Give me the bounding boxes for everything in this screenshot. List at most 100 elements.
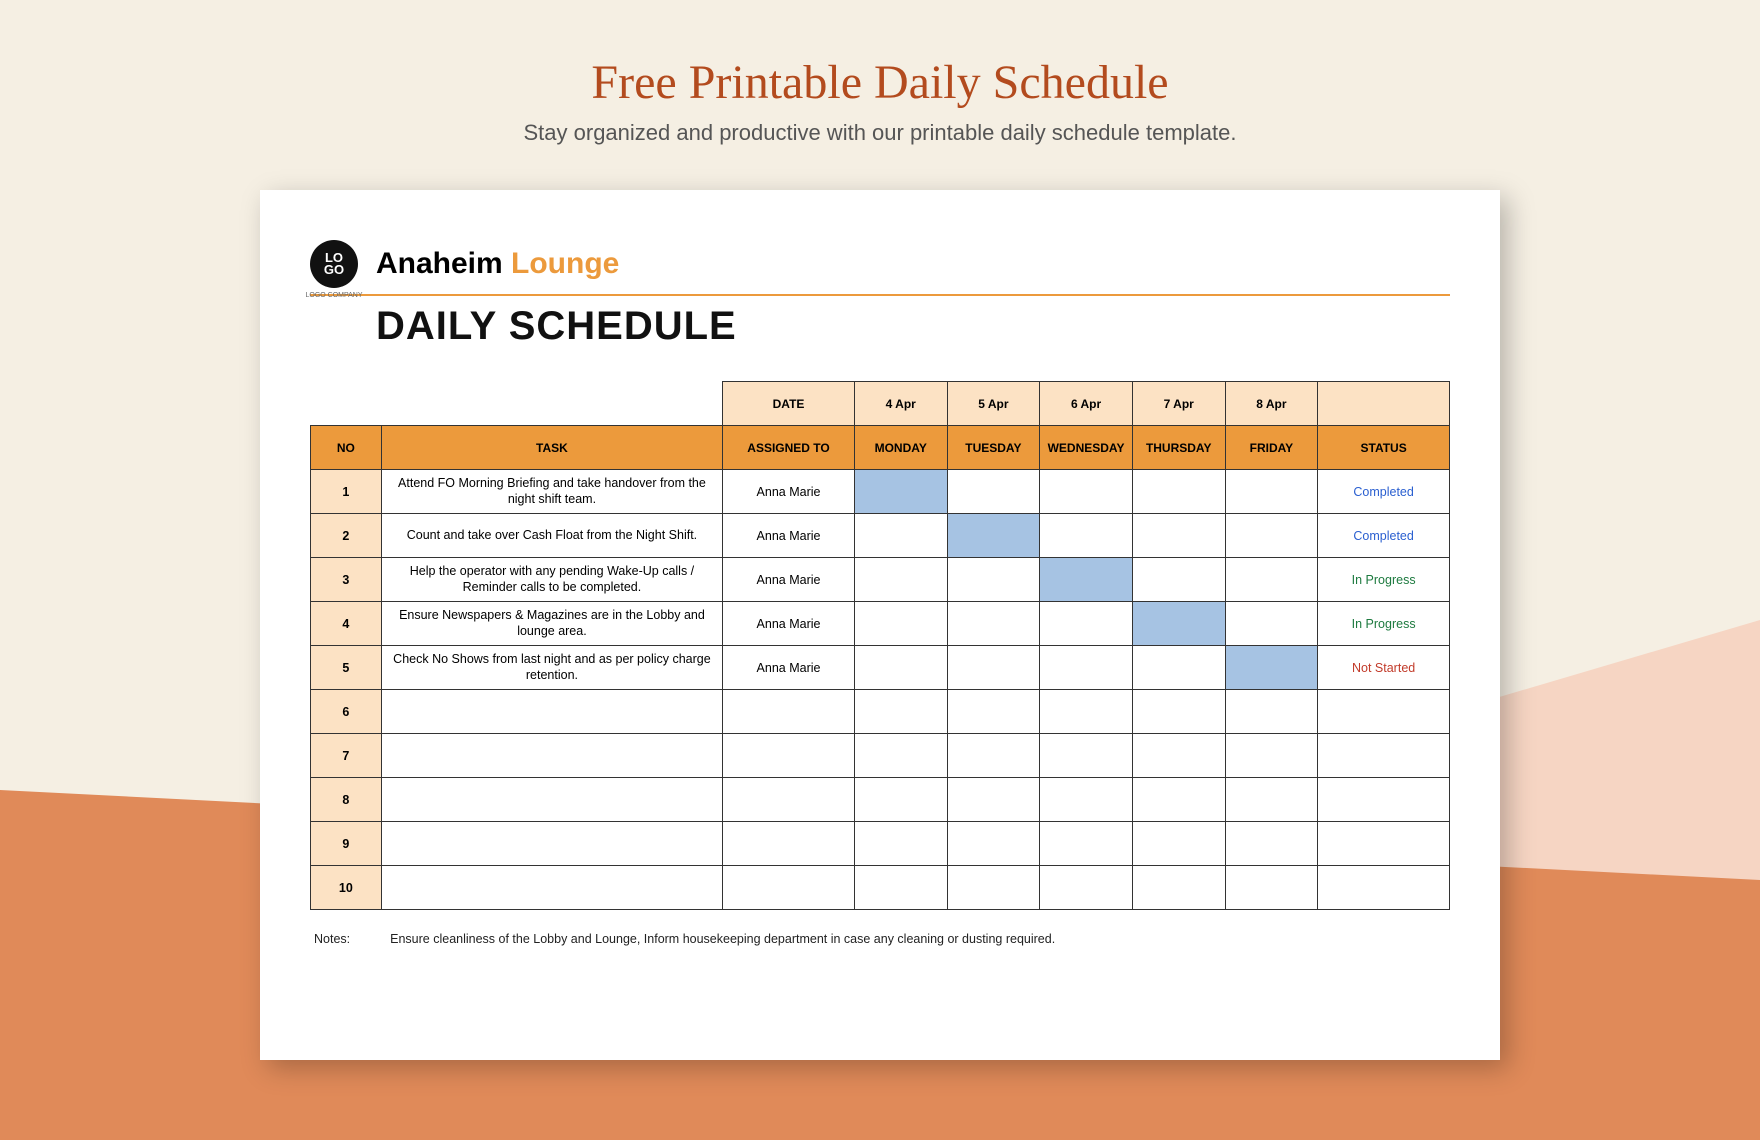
- assigned-cell: Anna Marie: [723, 558, 855, 602]
- day-cell: [1132, 470, 1225, 514]
- day-cell: [1132, 822, 1225, 866]
- day-cell: [1225, 470, 1318, 514]
- assigned-cell: [723, 734, 855, 778]
- day-cell: [854, 822, 947, 866]
- day-cell: [1225, 778, 1318, 822]
- day-cell: [1040, 470, 1133, 514]
- date-cell: 6 Apr: [1040, 382, 1133, 426]
- day-cell: [1132, 646, 1225, 690]
- task-cell: Ensure Newspapers & Magazines are in the…: [381, 602, 722, 646]
- schedule-table: DATE4 Apr5 Apr6 Apr7 Apr8 AprNOTASKASSIG…: [310, 381, 1450, 910]
- task-cell: Attend FO Morning Briefing and take hand…: [381, 470, 722, 514]
- task-cell: [381, 690, 722, 734]
- date-cell: 8 Apr: [1225, 382, 1318, 426]
- day-cell: [1225, 734, 1318, 778]
- assigned-cell: [723, 822, 855, 866]
- table-row: 6: [311, 690, 1450, 734]
- brand-part1: Anaheim: [376, 247, 511, 280]
- day-cell: [1132, 866, 1225, 910]
- divider: [310, 294, 1450, 296]
- assigned-cell: [723, 866, 855, 910]
- day-cell: [1132, 778, 1225, 822]
- row-number: 8: [311, 778, 382, 822]
- table-row: 5Check No Shows from last night and as p…: [311, 646, 1450, 690]
- table-row: 10: [311, 866, 1450, 910]
- day-cell: [1225, 514, 1318, 558]
- day-header: THURSDAY: [1132, 426, 1225, 470]
- day-cell: [854, 646, 947, 690]
- status-cell: [1318, 866, 1450, 910]
- status-cell: Not Started: [1318, 646, 1450, 690]
- day-cell: [947, 514, 1040, 558]
- assigned-cell: Anna Marie: [723, 514, 855, 558]
- row-number: 9: [311, 822, 382, 866]
- table-row: 7: [311, 734, 1450, 778]
- day-cell: [1040, 558, 1133, 602]
- table-row: 9: [311, 822, 1450, 866]
- task-cell: [381, 866, 722, 910]
- day-cell: [1040, 514, 1133, 558]
- assigned-cell: Anna Marie: [723, 646, 855, 690]
- row-number: 4: [311, 602, 382, 646]
- table-row: 8: [311, 778, 1450, 822]
- date-cell: 7 Apr: [1132, 382, 1225, 426]
- day-cell: [1040, 734, 1133, 778]
- day-cell: [854, 866, 947, 910]
- day-header: TUESDAY: [947, 426, 1040, 470]
- date-label-cell: DATE: [723, 382, 855, 426]
- row-number: 3: [311, 558, 382, 602]
- status-cell: In Progress: [1318, 602, 1450, 646]
- day-header: FRIDAY: [1225, 426, 1318, 470]
- day-cell: [854, 778, 947, 822]
- day-cell: [947, 866, 1040, 910]
- day-cell: [947, 822, 1040, 866]
- assigned-header: ASSIGNED TO: [723, 426, 855, 470]
- logo-line2: GO: [324, 264, 344, 276]
- day-cell: [1225, 822, 1318, 866]
- document-preview: LO GO LOGO COMPANY Anaheim Lounge DAILY …: [260, 190, 1500, 1060]
- day-cell: [1040, 866, 1133, 910]
- date-cell: 4 Apr: [854, 382, 947, 426]
- row-number: 2: [311, 514, 382, 558]
- status-header: STATUS: [1318, 426, 1450, 470]
- day-cell: [947, 558, 1040, 602]
- task-cell: [381, 778, 722, 822]
- row-number: 7: [311, 734, 382, 778]
- row-number: 1: [311, 470, 382, 514]
- day-cell: [1040, 690, 1133, 734]
- empty-cell: [311, 382, 382, 426]
- day-cell: [854, 690, 947, 734]
- assigned-cell: Anna Marie: [723, 470, 855, 514]
- status-cell: Completed: [1318, 514, 1450, 558]
- day-cell: [854, 602, 947, 646]
- day-cell: [1225, 866, 1318, 910]
- day-cell: [1132, 514, 1225, 558]
- status-cell: [1318, 822, 1450, 866]
- day-cell: [947, 646, 1040, 690]
- assigned-cell: [723, 690, 855, 734]
- brand-name: Anaheim Lounge: [376, 247, 619, 281]
- date-status-empty: [1318, 382, 1450, 426]
- notes-text: Ensure cleanliness of the Lobby and Loun…: [390, 932, 1055, 946]
- day-cell: [947, 602, 1040, 646]
- day-cell: [1225, 558, 1318, 602]
- day-cell: [1132, 734, 1225, 778]
- day-cell: [854, 734, 947, 778]
- day-cell: [854, 558, 947, 602]
- day-cell: [1225, 602, 1318, 646]
- status-cell: Completed: [1318, 470, 1450, 514]
- no-header: NO: [311, 426, 382, 470]
- day-cell: [947, 690, 1040, 734]
- table-row: 2Count and take over Cash Float from the…: [311, 514, 1450, 558]
- day-cell: [947, 734, 1040, 778]
- empty-cell: [381, 382, 722, 426]
- task-header: TASK: [381, 426, 722, 470]
- task-cell: [381, 822, 722, 866]
- day-header: MONDAY: [854, 426, 947, 470]
- day-cell: [1132, 558, 1225, 602]
- day-cell: [947, 778, 1040, 822]
- day-cell: [1225, 646, 1318, 690]
- day-cell: [1040, 778, 1133, 822]
- task-cell: Count and take over Cash Float from the …: [381, 514, 722, 558]
- table-row: 4Ensure Newspapers & Magazines are in th…: [311, 602, 1450, 646]
